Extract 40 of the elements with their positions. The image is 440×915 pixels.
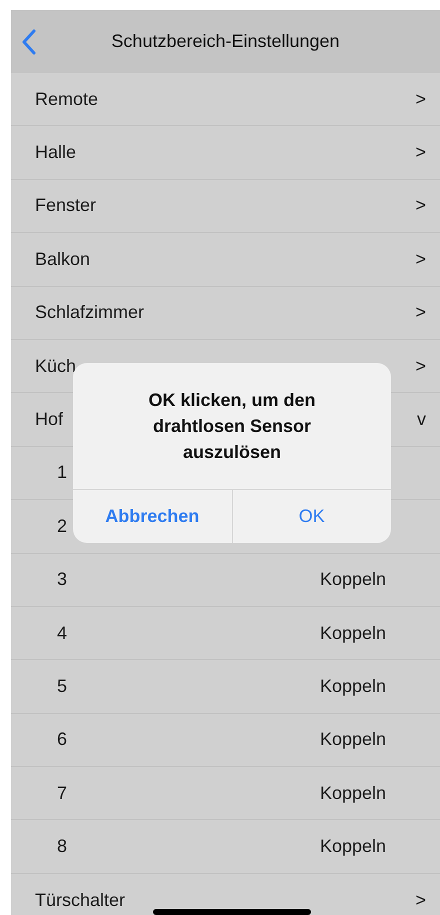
sensor-number: 2 — [57, 516, 68, 537]
chevron-text: > — [415, 890, 426, 911]
pair-button[interactable]: Koppeln — [320, 569, 440, 590]
list-item[interactable]: Schlafzimmer > — [11, 286, 440, 340]
list-item[interactable]: Halle > — [11, 126, 440, 180]
pair-button[interactable]: Koppeln — [320, 676, 440, 697]
item-label: Hof — [35, 409, 64, 430]
pair-button[interactable]: Koppeln — [320, 836, 440, 858]
list-item[interactable]: Remote > — [11, 73, 440, 126]
alert-button[interactable]: OK — [232, 490, 391, 543]
sensor-number: 8 — [57, 836, 68, 858]
sensor-number: 7 — [57, 782, 68, 804]
chevron-text: v — [417, 409, 426, 430]
alert-button[interactable]: Abbrechen — [73, 490, 232, 543]
item-label: Türschalter — [35, 890, 126, 911]
sensor-number: 1 — [57, 462, 68, 484]
sensor-number: 3 — [57, 569, 68, 590]
item-label: Remote — [35, 88, 98, 110]
sensor-number: 5 — [57, 676, 68, 697]
pair-button[interactable]: Koppeln — [320, 622, 440, 644]
back-icon[interactable] — [22, 29, 36, 55]
screen-title: Schutzbereich-Einstellungen — [111, 31, 340, 52]
alert-message: OK klicken, um den drahtlosen Sensor auszulösen — [147, 389, 317, 464]
item-label: Balkon — [35, 248, 90, 270]
chevron-text: > — [415, 356, 426, 377]
list-item[interactable]: Fenster > — [11, 180, 440, 234]
sensor-number: 6 — [57, 729, 68, 750]
pair-button[interactable]: Koppeln — [320, 782, 440, 804]
chevron-text: > — [415, 142, 426, 164]
list-item[interactable]: Balkon > — [11, 233, 440, 287]
item-label: Schlafzimmer — [35, 302, 144, 324]
chevron-text: > — [415, 248, 426, 270]
pair-button[interactable]: Koppeln — [320, 729, 440, 750]
chevron-text: > — [415, 195, 426, 216]
sensor-number: 4 — [57, 622, 68, 644]
item-label: Fenster — [35, 195, 96, 216]
chevron-text: > — [415, 302, 426, 324]
item-label: Halle — [35, 142, 76, 164]
chevron-text: > — [415, 88, 426, 110]
item-label: Küch — [35, 356, 76, 377]
